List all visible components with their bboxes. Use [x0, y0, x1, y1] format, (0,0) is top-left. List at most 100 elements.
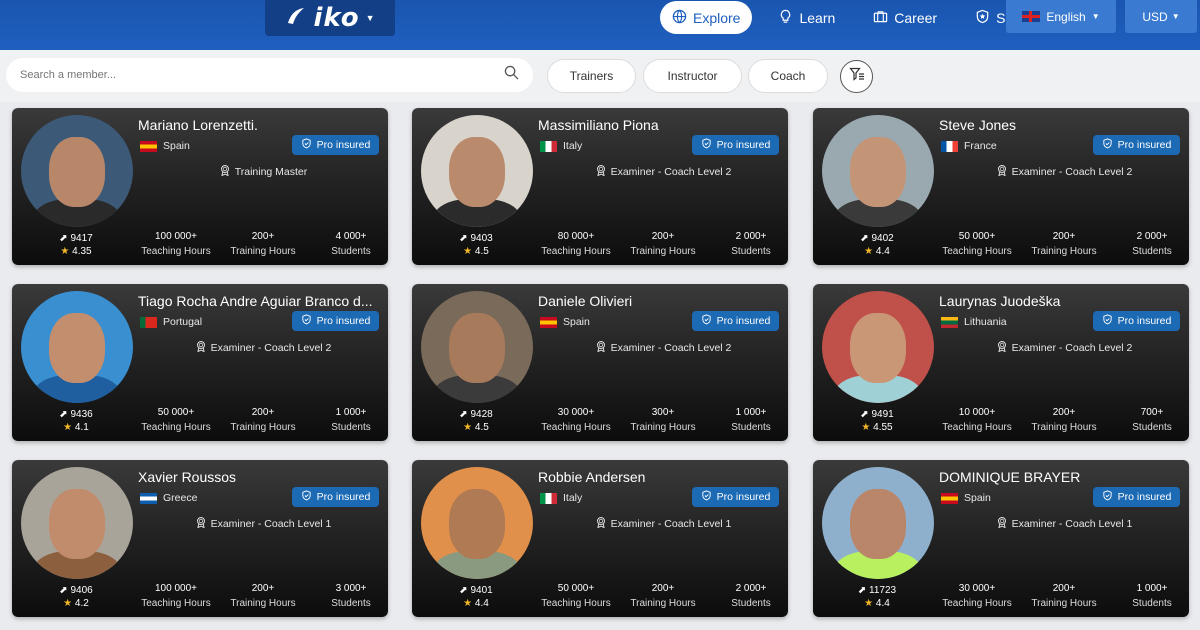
member-avatar[interactable]	[822, 115, 934, 227]
advanced-filter-button[interactable]	[840, 60, 873, 93]
member-stat: 100 000+ Teaching Hours	[131, 581, 221, 611]
member-stat: 2 000+ Students	[1107, 229, 1189, 259]
shield-check-icon	[701, 490, 712, 504]
member-card[interactable]: Daniele Olivieri Spain Pro insured Exami…	[412, 284, 788, 441]
member-stat: 200+ Training Hours	[1019, 405, 1109, 435]
nav-learn-label: Learn	[799, 9, 836, 26]
member-card[interactable]: Massimiliano Piona Italy Pro insured Exa…	[412, 108, 788, 265]
shield-check-icon	[1102, 490, 1113, 504]
search-input[interactable]	[20, 69, 504, 81]
member-stat: 200+ Training Hours	[218, 581, 308, 611]
member-country: Greece	[140, 492, 197, 504]
star-icon: ★	[463, 246, 473, 257]
stat-value: 200+	[651, 231, 675, 242]
member-rating: 4.1	[74, 422, 89, 433]
avatar-face	[850, 313, 906, 383]
member-card[interactable]: Xavier Roussos Greece Pro insured Examin…	[12, 460, 388, 617]
member-name[interactable]: Daniele Olivieri	[538, 293, 778, 309]
member-avatar[interactable]	[421, 467, 533, 579]
stat-label: Teaching Hours	[541, 422, 611, 433]
member-role: Examiner - Coach Level 1	[138, 516, 388, 531]
nav-career[interactable]: Career	[861, 1, 949, 34]
star-icon: ★	[861, 422, 871, 433]
member-avatar[interactable]	[421, 291, 533, 403]
kite-icon: ⬈	[860, 409, 869, 420]
search-toolbar: Trainers Instructor Coach	[0, 50, 1200, 102]
filter-chip-trainers[interactable]: Trainers	[547, 59, 636, 93]
member-avatar[interactable]	[21, 467, 133, 579]
stat-label: Training Hours	[1031, 246, 1097, 257]
member-name[interactable]: DOMINIQUE BRAYER	[939, 469, 1179, 485]
kite-icon: ⬈	[59, 585, 68, 596]
member-card[interactable]: DOMINIQUE BRAYER Spain Pro insured Exami…	[813, 460, 1189, 617]
country-flag-icon	[941, 140, 958, 152]
filter-chip-instructor[interactable]: Instructor	[643, 59, 742, 93]
stat-label: Training Hours	[1031, 422, 1097, 433]
member-stat: 80 000+ Teaching Hours	[531, 229, 621, 259]
kite-icon	[285, 5, 307, 32]
member-card[interactable]: Robbie Andersen Italy Pro insured Examin…	[412, 460, 788, 617]
member-avatar[interactable]	[822, 467, 934, 579]
badge-label: Pro insured	[1117, 315, 1172, 327]
member-stat: 30 000+ Teaching Hours	[531, 405, 621, 435]
language-selector[interactable]: English ▼	[1006, 0, 1116, 33]
member-stat: 2 000+ Students	[706, 581, 788, 611]
member-name[interactable]: Tiago Rocha Andre Aguiar Branco d...	[138, 293, 378, 309]
member-name[interactable]: Mariano Lorenzetti.	[138, 117, 378, 133]
award-icon	[595, 164, 607, 179]
nav-explore[interactable]: Explore	[660, 1, 753, 34]
stat-value: 1 000+	[1136, 583, 1168, 594]
stat-value: 200+	[1052, 407, 1076, 418]
member-name[interactable]: Xavier Roussos	[138, 469, 378, 485]
member-role: Examiner - Coach Level 1	[538, 516, 788, 531]
stat-value: 50 000+	[157, 407, 195, 418]
member-id-rating: ⬈ 9402 ★ 4.4	[851, 232, 903, 258]
member-id: 9428	[470, 409, 493, 420]
member-name[interactable]: Laurynas Juodeška	[939, 293, 1179, 309]
star-icon: ★	[463, 598, 473, 609]
logo-text: iko	[313, 3, 360, 33]
member-country: Spain	[140, 140, 190, 152]
member-name[interactable]: Steve Jones	[939, 117, 1179, 133]
stat-value: 3 000+	[335, 583, 367, 594]
member-rating: 4.5	[474, 246, 489, 257]
member-avatar[interactable]	[421, 115, 533, 227]
member-card[interactable]: Laurynas Juodeška Lithuania Pro insured …	[813, 284, 1189, 441]
badge-label: Pro insured	[316, 315, 371, 327]
badge-label: Pro insured	[1117, 491, 1172, 503]
iko-logo-menu[interactable]: iko ▼	[265, 0, 395, 36]
member-card[interactable]: Tiago Rocha Andre Aguiar Branco d... Por…	[12, 284, 388, 441]
shield-check-icon	[701, 314, 712, 328]
member-search[interactable]	[6, 58, 533, 92]
kite-icon: ⬈	[459, 233, 468, 244]
search-icon[interactable]	[504, 65, 519, 85]
stat-value: 30 000+	[557, 407, 595, 418]
member-stat: 1 000+ Students	[1107, 581, 1189, 611]
country-flag-icon	[941, 316, 958, 328]
member-stat: 200+ Training Hours	[218, 229, 308, 259]
stat-value: 2 000+	[735, 583, 767, 594]
stat-label: Students	[331, 422, 371, 433]
country-flag-icon	[140, 140, 157, 152]
role-label: Examiner - Coach Level 2	[1011, 341, 1133, 354]
badge-label: Pro insured	[716, 315, 771, 327]
stat-value: 300+	[651, 407, 675, 418]
lightbulb-icon	[778, 9, 793, 27]
member-card[interactable]: Steve Jones France Pro insured Examiner …	[813, 108, 1189, 265]
stat-label: Teaching Hours	[141, 422, 211, 433]
country-label: Portugal	[163, 316, 203, 328]
stat-label: Students	[1132, 422, 1172, 433]
member-name[interactable]: Robbie Andersen	[538, 469, 778, 485]
member-id-rating: ⬈ 11723 ★ 4.4	[851, 584, 903, 610]
member-stat: 200+ Training Hours	[618, 581, 708, 611]
currency-selector[interactable]: USD ▼	[1125, 0, 1197, 33]
filter-chip-coach[interactable]: Coach	[748, 59, 828, 93]
member-card[interactable]: Mariano Lorenzetti. Spain Pro insured Tr…	[12, 108, 388, 265]
member-avatar[interactable]	[21, 291, 133, 403]
member-avatar[interactable]	[21, 115, 133, 227]
stat-label: Training Hours	[230, 246, 296, 257]
member-avatar[interactable]	[822, 291, 934, 403]
member-name[interactable]: Massimiliano Piona	[538, 117, 778, 133]
nav-learn[interactable]: Learn	[766, 1, 847, 34]
stat-value: 1 000+	[735, 407, 767, 418]
